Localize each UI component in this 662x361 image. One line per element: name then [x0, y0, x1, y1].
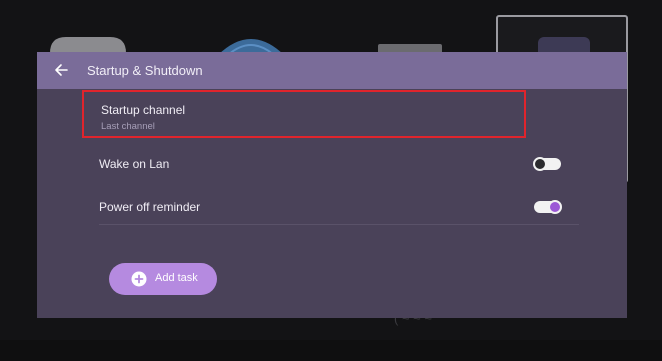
- wake-on-lan-label: Wake on Lan: [99, 157, 170, 171]
- settings-dialog: Startup & Shutdown Startup channel Last …: [37, 52, 627, 318]
- background-app-icon: [50, 37, 126, 53]
- toggle-knob: [548, 200, 562, 214]
- startup-channel-item[interactable]: Startup channel Last channel: [82, 90, 526, 138]
- dialog-header: Startup & Shutdown: [37, 52, 627, 89]
- plus-circle-icon: [131, 271, 147, 287]
- bottom-strip: [0, 340, 662, 361]
- divider: [99, 224, 579, 225]
- tv-screen: ( ~ ~ ~ Startup & Shutdown Startup chann…: [0, 0, 662, 361]
- startup-channel-value: Last channel: [101, 121, 155, 132]
- add-task-button[interactable]: Add task: [109, 263, 217, 295]
- toggle-knob: [533, 157, 547, 171]
- startup-channel-title: Startup channel: [101, 103, 186, 117]
- power-off-reminder-toggle[interactable]: [534, 200, 562, 214]
- add-task-label: Add task: [155, 272, 198, 284]
- power-off-reminder-label: Power off reminder: [99, 200, 201, 214]
- arrow-left-icon[interactable]: [54, 63, 68, 77]
- power-off-reminder-item[interactable]: Power off reminder: [99, 190, 579, 223]
- wake-on-lan-item[interactable]: Wake on Lan: [99, 147, 579, 180]
- wake-on-lan-toggle[interactable]: [533, 157, 561, 171]
- dialog-title: Startup & Shutdown: [87, 63, 203, 78]
